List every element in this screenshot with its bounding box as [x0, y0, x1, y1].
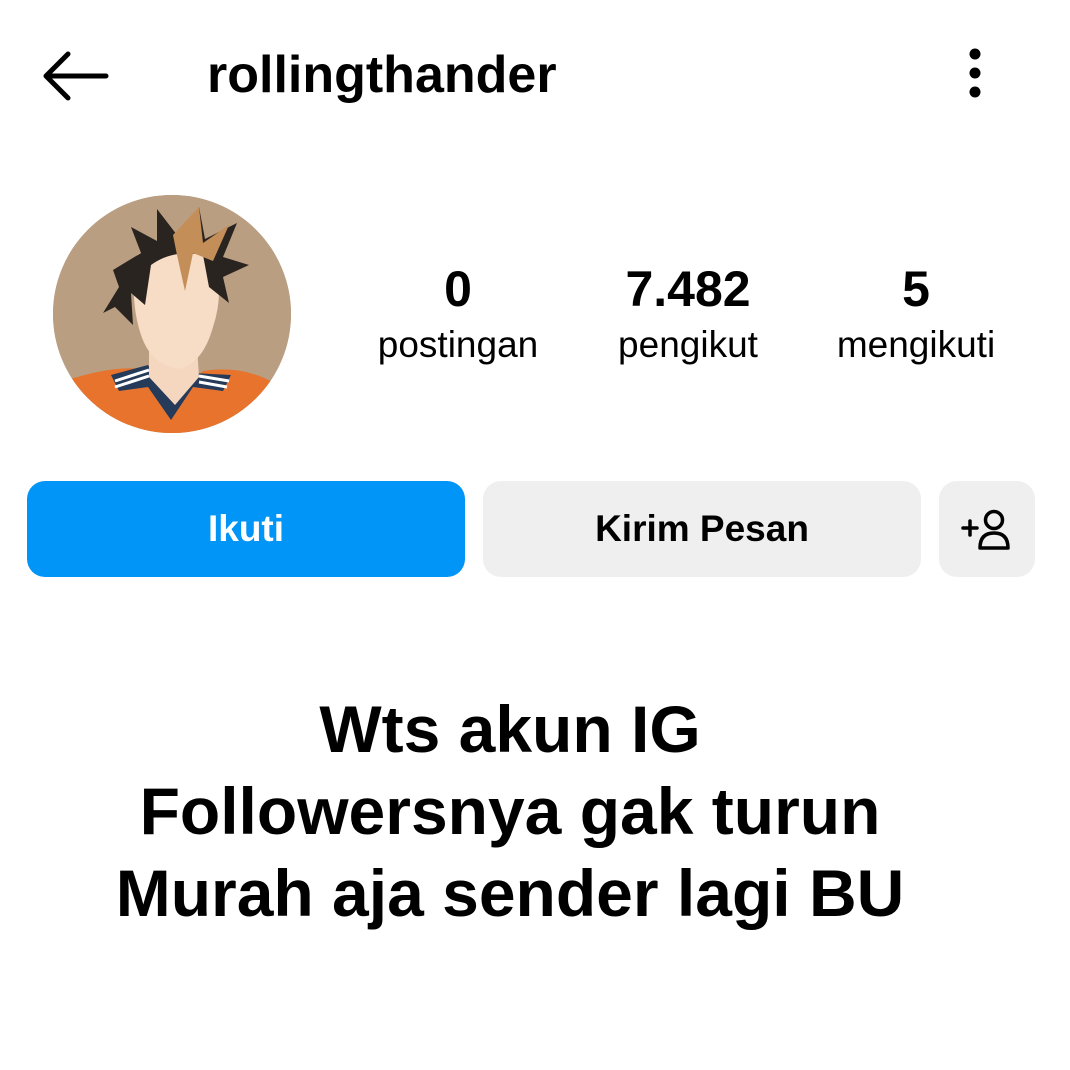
followers-count: 7.482: [625, 261, 751, 317]
anime-character-avatar: [53, 195, 291, 433]
more-vertical-icon: [969, 48, 981, 98]
back-button[interactable]: [36, 44, 112, 108]
profile-username: rollingthander: [207, 46, 557, 104]
follow-button[interactable]: Ikuti: [27, 481, 465, 577]
profile-header: rollingthander: [0, 0, 1070, 150]
stat-posts[interactable]: 0 postingan: [355, 258, 561, 370]
posts-label: postingan: [377, 324, 539, 365]
bio-line: Wts akun IG: [319, 692, 701, 766]
posts-count: 0: [444, 261, 472, 317]
more-options-button[interactable]: [950, 44, 1000, 108]
avatar[interactable]: [53, 195, 291, 433]
stat-following[interactable]: 5 mengikuti: [810, 258, 1022, 370]
arrow-left-icon: [43, 51, 109, 101]
message-button[interactable]: Kirim Pesan: [483, 481, 921, 577]
following-count: 5: [902, 261, 930, 317]
suggest-people-button[interactable]: [939, 481, 1035, 577]
bio-text: Wts akun IG Followersnya gak turun Murah…: [0, 688, 1020, 934]
bio-line: Followersnya gak turun: [139, 774, 881, 848]
bio-line: Murah aja sender lagi BU: [115, 856, 905, 930]
stat-followers[interactable]: 7.482 pengikut: [590, 258, 786, 370]
add-person-icon: [961, 509, 1010, 550]
following-label: mengikuti: [836, 324, 996, 365]
followers-label: pengikut: [618, 324, 758, 365]
